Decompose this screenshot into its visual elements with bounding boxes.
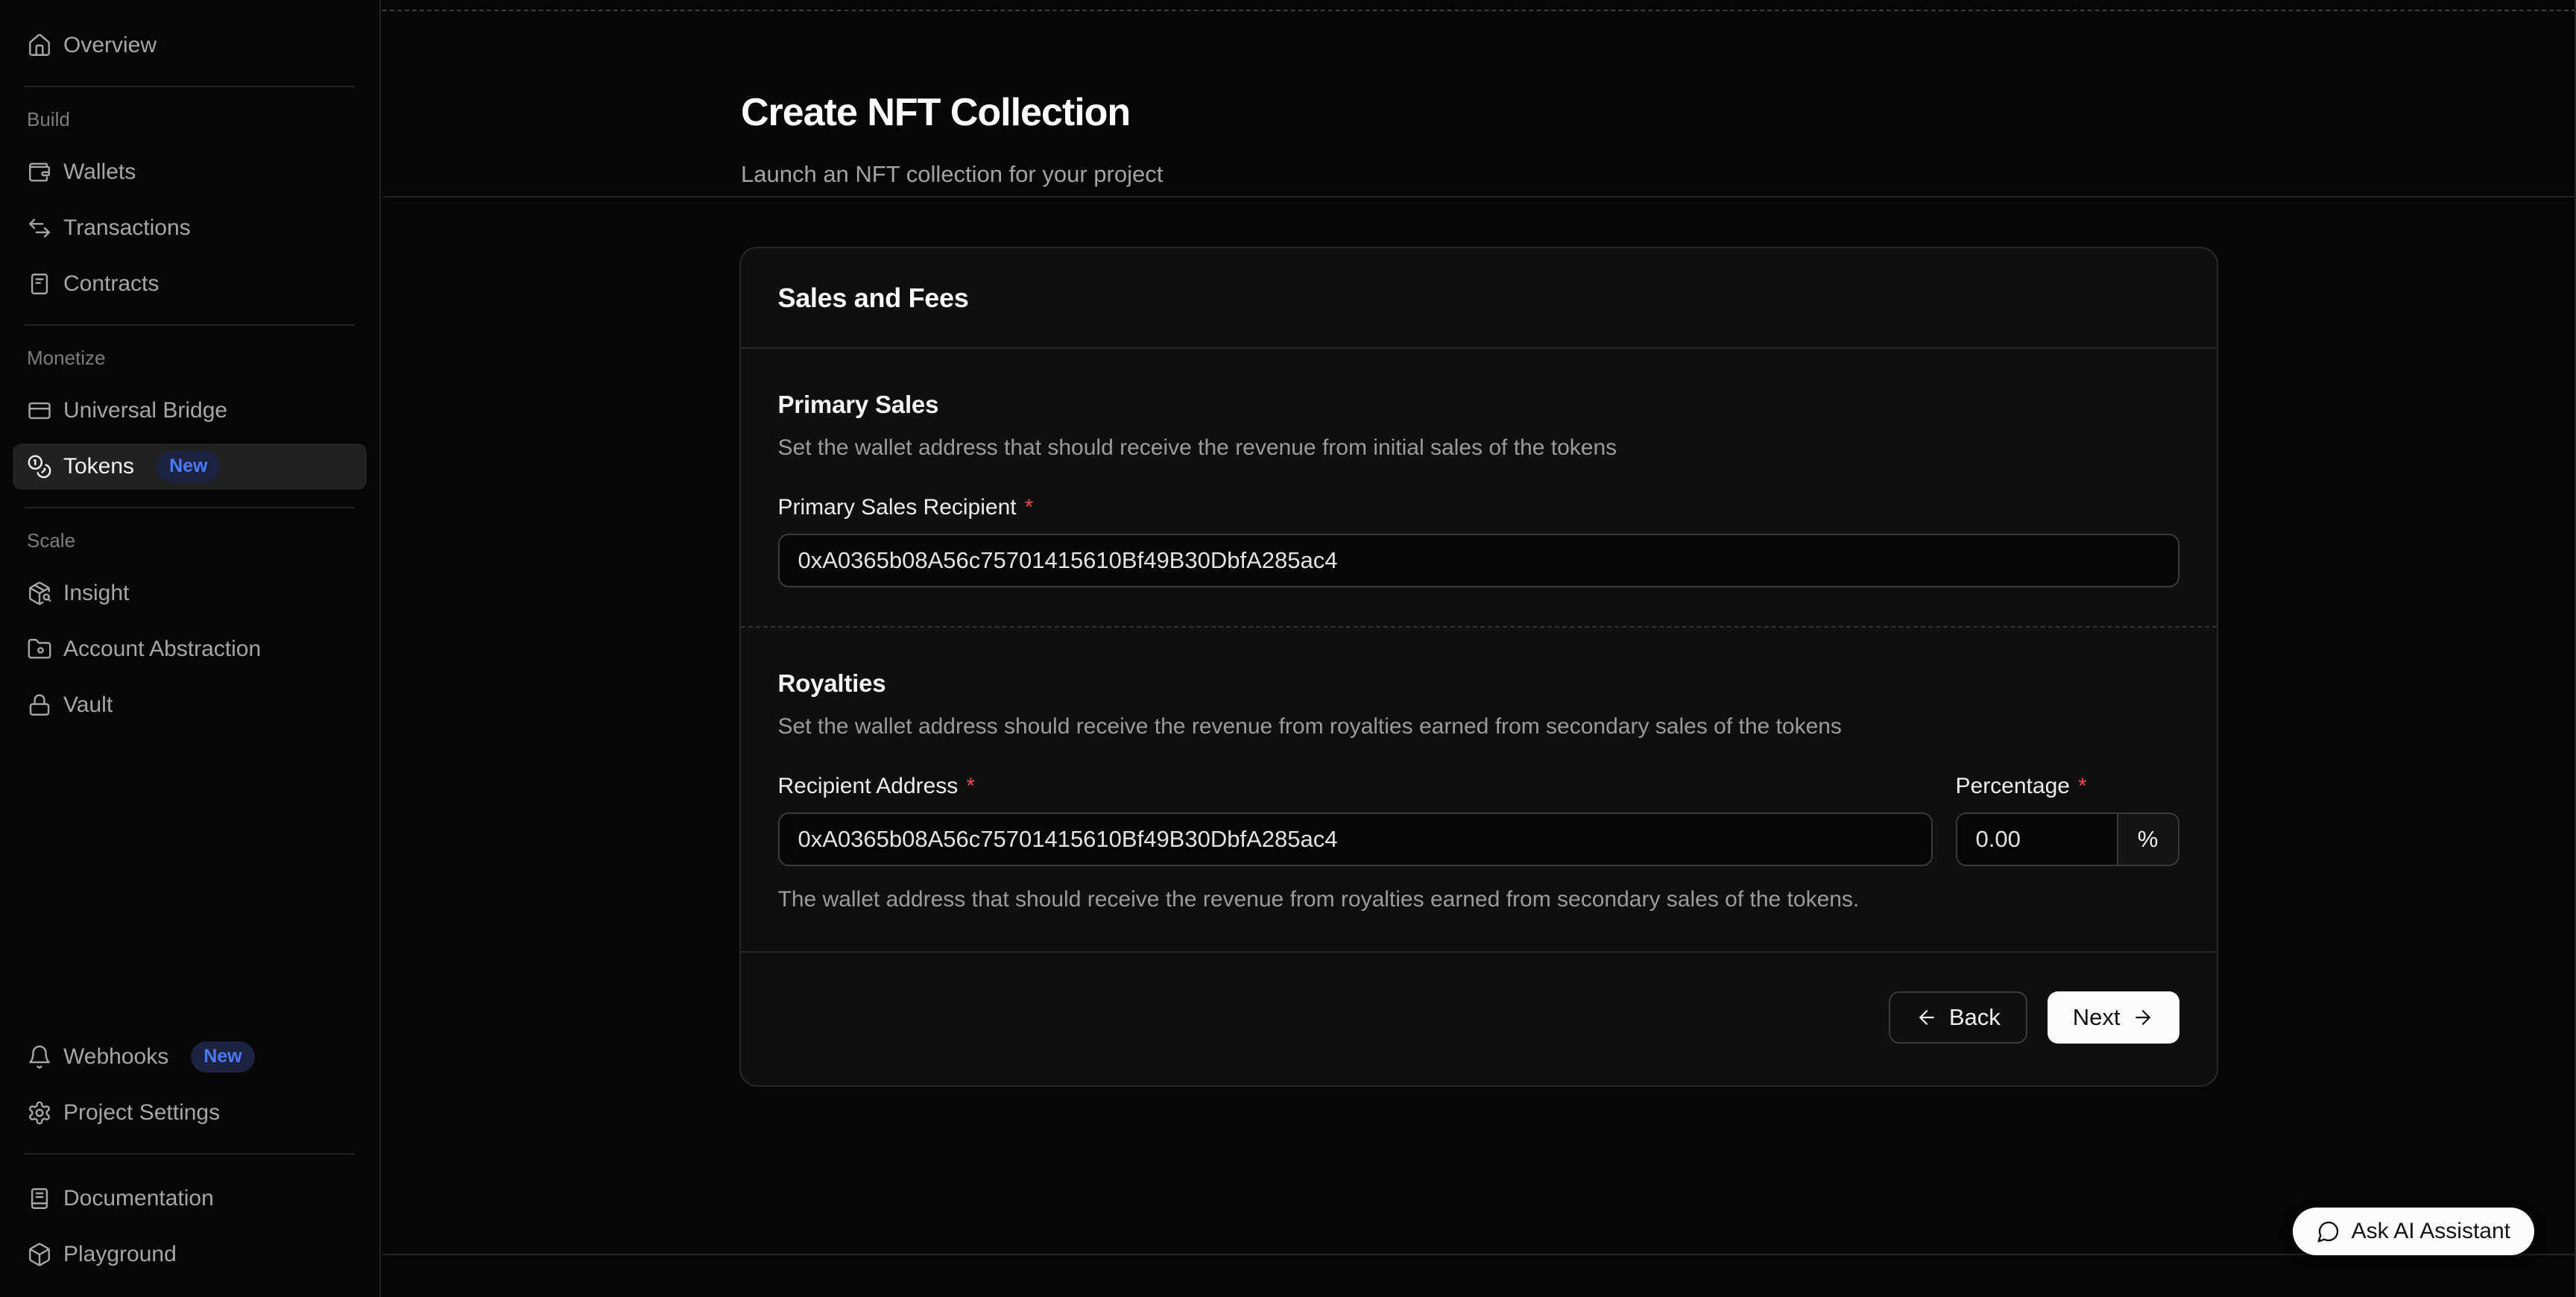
sidebar-item-universal-bridge[interactable]: Universal Bridge <box>13 388 367 434</box>
card-title: Sales and Fees <box>778 283 969 314</box>
book-icon <box>27 1186 52 1211</box>
primary-sales-description: Set the wallet address that should recei… <box>778 435 2179 461</box>
primary-sales-section: Primary Sales Set the wallet address tha… <box>741 349 2217 626</box>
sidebar-item-label: Playground <box>63 1242 177 1267</box>
arrow-right-icon <box>2132 1006 2154 1029</box>
sidebar-item-label: Overview <box>63 33 157 58</box>
page-title: Create NFT Collection <box>741 91 2575 136</box>
card-header: Sales and Fees <box>741 248 2217 349</box>
sidebar-item-contracts[interactable]: Contracts <box>13 261 367 307</box>
sidebar-item-label: Account Abstraction <box>63 637 261 662</box>
sidebar-item-label: Insight <box>63 581 129 606</box>
required-asterisk: * <box>2078 774 2087 799</box>
royalties-section: Royalties Set the wallet address should … <box>741 628 2217 951</box>
sidebar-item-wallets[interactable]: Wallets <box>13 149 367 195</box>
sidebar-divider <box>25 86 355 87</box>
wallet-icon <box>27 160 52 185</box>
sidebar-item-playground[interactable]: Playground <box>13 1231 367 1278</box>
sidebar-item-label: Project Settings <box>63 1100 220 1126</box>
back-button[interactable]: Back <box>1889 991 2027 1044</box>
primary-sales-recipient-label: Primary Sales Recipient * <box>778 495 2179 520</box>
sidebar-item-label: Vault <box>63 692 113 718</box>
content-area: Sales and Fees Primary Sales Set the wal… <box>382 198 2575 1254</box>
required-asterisk: * <box>1025 495 1034 520</box>
new-badge: New <box>191 1041 254 1073</box>
sidebar-divider <box>25 507 355 508</box>
package-search-icon <box>27 581 52 606</box>
cube-icon <box>27 1242 52 1267</box>
sidebar-divider <box>25 324 355 326</box>
sidebar-group-build: Build <box>13 108 367 131</box>
sidebar-group-monetize: Monetize <box>13 347 367 370</box>
sidebar-item-label: Wallets <box>63 160 136 185</box>
document-icon <box>27 271 52 297</box>
sales-and-fees-card: Sales and Fees Primary Sales Set the wal… <box>739 247 2218 1087</box>
sidebar-item-transactions[interactable]: Transactions <box>13 205 367 251</box>
royalties-helper-text: The wallet address that should receive t… <box>778 887 2179 912</box>
sidebar-item-label: Documentation <box>63 1186 214 1211</box>
sidebar-divider <box>25 1153 355 1155</box>
royalties-description: Set the wallet address should receive th… <box>778 714 2179 739</box>
coins-icon <box>27 454 52 479</box>
sidebar-item-vault[interactable]: Vault <box>13 682 367 728</box>
gear-icon <box>27 1100 52 1126</box>
primary-sales-recipient-input[interactable] <box>778 534 2179 587</box>
sidebar-item-account-abstraction[interactable]: Account Abstraction <box>13 626 367 672</box>
sidebar-item-label: Transactions <box>63 215 191 241</box>
recipient-address-input[interactable] <box>778 812 1933 866</box>
sidebar-item-tokens[interactable]: Tokens New <box>13 444 367 490</box>
page-subtitle: Launch an NFT collection for your projec… <box>741 161 2575 188</box>
recipient-address-field: Recipient Address * <box>778 739 1933 866</box>
arrow-left-icon <box>1916 1006 1938 1029</box>
arrows-left-right-icon <box>27 215 52 241</box>
sidebar: Overview Build Wallets Transactions Cont… <box>0 0 381 1297</box>
royalties-heading: Royalties <box>778 669 2179 698</box>
sidebar-item-label: Tokens <box>63 454 134 479</box>
sidebar-item-label: Webhooks <box>63 1044 168 1070</box>
ask-ai-assistant-button[interactable]: Ask AI Assistant <box>2293 1208 2534 1255</box>
chat-bubble-icon <box>2317 1219 2340 1243</box>
next-button[interactable]: Next <box>2048 991 2179 1044</box>
new-badge: New <box>157 451 220 482</box>
card-footer: Back Next <box>741 951 2217 1085</box>
main-content: Create NFT Collection Launch an NFT coll… <box>382 0 2576 1297</box>
percentage-input-group: % <box>1956 812 2179 866</box>
lock-icon <box>27 692 52 718</box>
recipient-address-label: Recipient Address * <box>778 774 1933 799</box>
bell-icon <box>27 1044 52 1070</box>
page-header: Create NFT Collection Launch an NFT coll… <box>382 11 2575 198</box>
credit-card-icon <box>27 398 52 423</box>
sidebar-item-insight[interactable]: Insight <box>13 570 367 616</box>
percentage-label: Percentage * <box>1956 774 2179 799</box>
sidebar-item-overview[interactable]: Overview <box>13 22 367 69</box>
smart-wallet-icon <box>27 637 52 662</box>
sidebar-group-scale: Scale <box>13 529 367 552</box>
percentage-input[interactable] <box>1957 814 2118 865</box>
required-asterisk: * <box>966 774 975 799</box>
bottom-divider <box>382 1254 2576 1255</box>
percent-symbol: % <box>2118 814 2178 865</box>
primary-sales-heading: Primary Sales <box>778 391 2179 419</box>
sidebar-spacer <box>13 738 367 1034</box>
sidebar-item-documentation[interactable]: Documentation <box>13 1175 367 1222</box>
percentage-field: Percentage * % <box>1956 739 2179 866</box>
sidebar-item-project-settings[interactable]: Project Settings <box>13 1090 367 1136</box>
sidebar-item-label: Contracts <box>63 271 159 297</box>
sidebar-item-webhooks[interactable]: Webhooks New <box>13 1034 367 1080</box>
house-icon <box>27 33 52 58</box>
royalties-fields-row: Recipient Address * Percentage * % <box>778 739 2179 866</box>
sidebar-item-label: Universal Bridge <box>63 398 227 423</box>
